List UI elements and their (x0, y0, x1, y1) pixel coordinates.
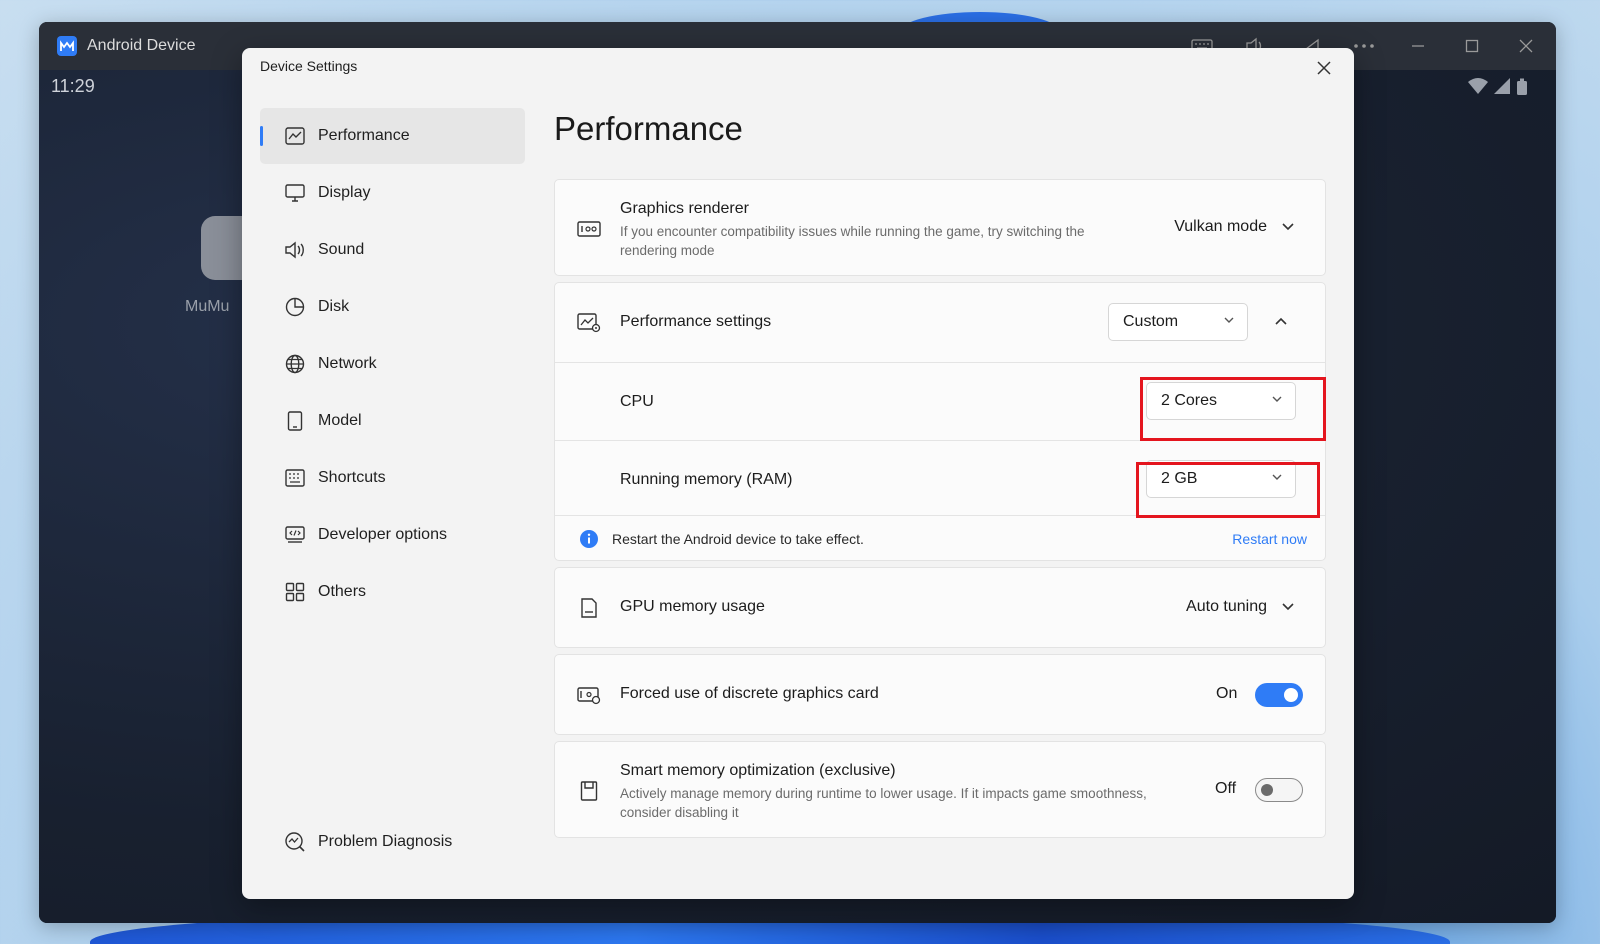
smart-memory-state: Off (1215, 780, 1237, 797)
more-icon[interactable] (1352, 34, 1376, 58)
graphics-renderer-description: If you encounter compatibility issues wh… (620, 224, 1085, 258)
sidebar-item-disk[interactable]: Disk (260, 279, 525, 335)
grid-icon (284, 581, 306, 603)
android-clock: 11:29 (51, 76, 95, 96)
renderer-icon (577, 217, 601, 241)
sidebar-item-display[interactable]: Display (260, 165, 525, 221)
ram-highlight-box (1136, 462, 1320, 518)
cpu-label: CPU (620, 393, 654, 410)
device-settings-dialog: Device Settings Performance Display Soun… (242, 48, 1354, 899)
smart-memory-card: Smart memory optimization (exclusive) Ac… (554, 741, 1326, 838)
smart-memory-toggle[interactable] (1255, 778, 1303, 802)
graphics-renderer-card: Graphics renderer If you encounter compa… (554, 179, 1326, 276)
sidebar-item-label: Display (318, 184, 371, 201)
save-memory-icon (577, 779, 601, 803)
settings-sidebar: Performance Display Sound Disk Network M… (260, 108, 525, 621)
performance-settings-icon (577, 311, 601, 335)
cpu-row-text: CPU (620, 393, 654, 411)
discrete-gpu-toggle[interactable] (1255, 683, 1303, 707)
gpu-memory-dropdown[interactable]: Auto tuning (1186, 598, 1295, 616)
globe-icon (284, 353, 306, 375)
sidebar-item-label: Sound (318, 241, 365, 258)
graphics-renderer-dropdown[interactable]: Vulkan mode (1174, 218, 1295, 236)
performance-mode-value: Custom (1123, 313, 1179, 330)
performance-icon (284, 125, 306, 147)
smart-memory-text: Smart memory optimization (exclusive) Ac… (620, 762, 1200, 822)
sidebar-item-developer-options[interactable]: Developer options (260, 507, 525, 563)
chevron-down-icon (1224, 317, 1234, 323)
sidebar-item-shortcuts[interactable]: Shortcuts (260, 450, 525, 506)
graphics-renderer-text: Graphics renderer If you encounter compa… (620, 200, 1140, 260)
graphics-renderer-value: Vulkan mode (1174, 218, 1267, 235)
divider (555, 362, 1325, 363)
restart-now-link[interactable]: Restart now (1232, 531, 1307, 547)
wifi-icon (1468, 78, 1488, 94)
info-icon (579, 529, 599, 554)
ram-row-text: Running memory (RAM) (620, 471, 792, 489)
sidebar-item-network[interactable]: Network (260, 336, 525, 392)
sidebar-item-others[interactable]: Others (260, 564, 525, 620)
keyboard-icon (284, 467, 306, 489)
discrete-gpu-card: Forced use of discrete graphics card On (554, 654, 1326, 735)
chevron-down-icon (1282, 223, 1294, 231)
gpu-memory-value: Auto tuning (1186, 598, 1267, 615)
performance-settings-text: Performance settings (620, 313, 771, 331)
toggle-knob (1261, 783, 1273, 796)
performance-settings-label: Performance settings (620, 313, 772, 330)
code-icon (284, 524, 306, 546)
minimize-icon[interactable] (1406, 34, 1430, 58)
discrete-gpu-text: Forced use of discrete graphics card (620, 685, 879, 703)
monitor-icon (284, 182, 306, 204)
sidebar-item-label: Model (318, 412, 362, 429)
page-title: Performance (554, 110, 743, 147)
gpu-memory-label: GPU memory usage (620, 598, 765, 615)
graphics-renderer-label: Graphics renderer (620, 200, 749, 217)
restart-notice: Restart the Android device to take effec… (555, 516, 1325, 562)
battery-icon (1517, 78, 1527, 95)
close-dialog-button[interactable] (1310, 54, 1338, 82)
maximize-icon[interactable] (1460, 34, 1484, 58)
app-label[interactable]: MuMu (185, 298, 229, 316)
sidebar-item-sound[interactable]: Sound (260, 222, 525, 278)
sidebar-item-model[interactable]: Model (260, 393, 525, 449)
sidebar-item-label: Developer options (318, 526, 447, 543)
sidebar-item-label: Shortcuts (318, 469, 386, 486)
discrete-gpu-state: On (1216, 685, 1238, 702)
android-window-title: Android Device (87, 37, 196, 54)
gpu-memory-text: GPU memory usage (620, 598, 765, 616)
sidebar-item-label: Others (318, 583, 367, 600)
smart-memory-description: Actively manage memory during runtime to… (620, 786, 1147, 820)
close-window-icon[interactable] (1514, 34, 1538, 58)
dialog-title: Device Settings (260, 58, 358, 74)
restart-notice-text: Restart the Android device to take effec… (612, 531, 864, 547)
diagnosis-icon (284, 831, 306, 853)
cpu-highlight-box (1140, 377, 1326, 441)
sidebar-item-label: Performance (318, 127, 410, 144)
mumu-app-icon (57, 36, 77, 56)
ram-label: Running memory (RAM) (620, 471, 793, 488)
sidebar-item-label: Problem Diagnosis (318, 833, 453, 850)
discrete-gpu-label: Forced use of discrete graphics card (620, 685, 879, 702)
memory-icon (577, 596, 601, 620)
smart-memory-label: Smart memory optimization (exclusive) (620, 762, 896, 779)
graphics-card-icon (577, 683, 601, 707)
phone-icon (284, 410, 306, 432)
signal-icon (1494, 78, 1510, 94)
sidebar-bottom: Problem Diagnosis (260, 814, 525, 871)
speaker-icon (284, 239, 306, 261)
pie-chart-icon (284, 296, 306, 318)
chevron-down-icon (1282, 603, 1294, 611)
sidebar-item-label: Disk (318, 298, 350, 315)
close-icon (1317, 61, 1331, 75)
chevron-up-icon (1275, 317, 1287, 325)
android-status-icons (1468, 78, 1528, 96)
toggle-knob (1284, 688, 1298, 702)
sidebar-item-performance[interactable]: Performance (260, 108, 525, 164)
sidebar-item-problem-diagnosis[interactable]: Problem Diagnosis (260, 814, 525, 870)
collapse-button[interactable] (1274, 313, 1292, 331)
sidebar-item-label: Network (318, 355, 377, 372)
gpu-memory-card: GPU memory usage Auto tuning (554, 567, 1326, 648)
performance-mode-select[interactable]: Custom (1108, 303, 1248, 341)
